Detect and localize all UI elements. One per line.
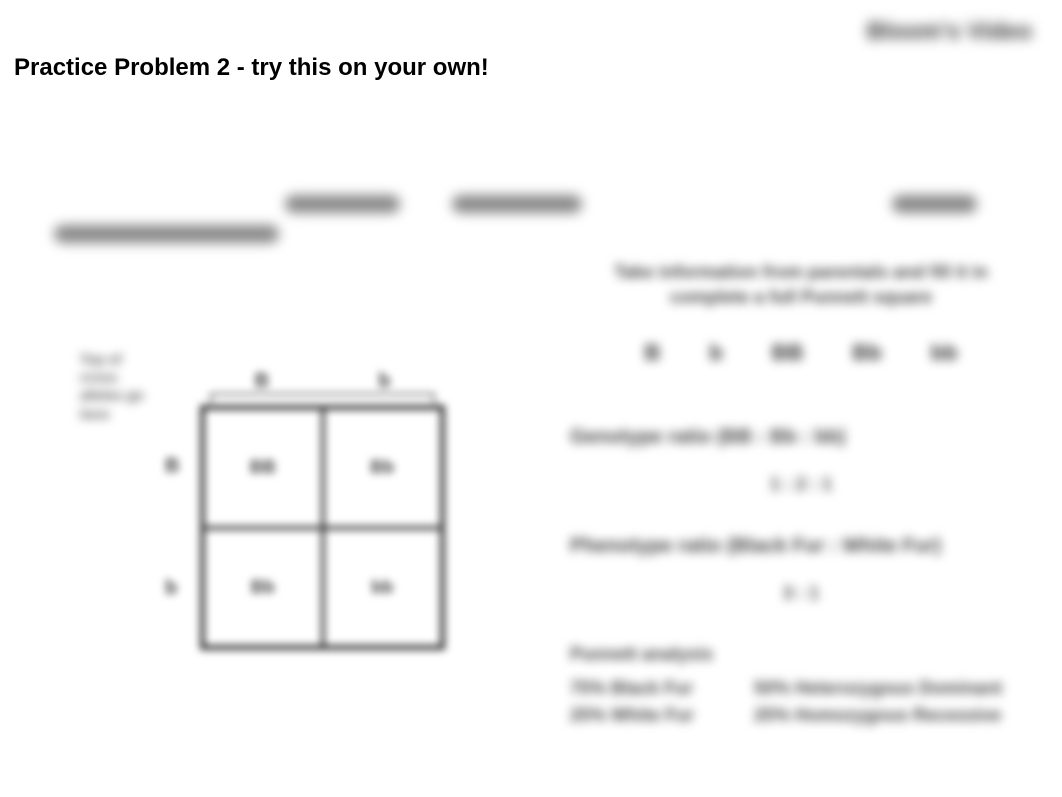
summary-col-2: 50% Heterozygous Dominant 25% Homozygous… [754,675,1002,729]
punnett-bracket [210,393,435,403]
symbol-1: b [709,340,722,366]
punnett-label-3: alleles go [80,386,200,404]
summary-section: Punnett analysis 75% Black Fur 25% White… [570,644,1032,729]
summary-col-1: 75% Black Fur 25% White Fur [570,675,694,729]
symbol-2: BB [772,340,804,366]
blurred-text-3 [892,195,977,213]
punnett-label-area: Top of cross alleles go here [80,350,200,423]
phenotype-label: Phenotype ratio (Black Fur : White Fur) [570,535,1032,558]
genotype-value: 1 : 2 : 1 [570,474,1032,495]
instruction-text: Take information from parentals and fill… [570,260,1032,310]
punnett-left-header-1: b [165,577,179,600]
punnett-cell-3: bb [323,528,443,648]
punnett-top-header-0: B [255,370,269,393]
summary-col2-line1: 50% Heterozygous Dominant [754,675,1002,702]
punnett-cell-0: BB [203,408,323,528]
punnett-top-headers: B b [200,370,445,393]
summary-columns: 75% Black Fur 25% White Fur 50% Heterozy… [570,675,1032,729]
punnett-cell-2: Bb [203,528,323,648]
punnett-left-header-0: B [165,455,179,478]
punnett-label-1: Top of [80,350,200,368]
summary-col1-line1: 75% Black Fur [570,675,694,702]
punnett-left-headers: B b [165,405,179,650]
symbol-3: Bb [852,340,881,366]
genotype-label: Genotype ratio (BB : Bb : bb) [570,426,1032,449]
punnett-cell-1: Bb [323,408,443,528]
punnett-top-header-1: b [378,370,390,393]
summary-title: Punnett analysis [570,644,1032,665]
punnett-label-2: cross [80,368,200,386]
punnett-grid: BB Bb Bb bb [200,405,445,650]
page-title: Practice Problem 2 - try this on your ow… [14,54,489,82]
phenotype-value: 3 : 1 [570,583,1032,604]
blurred-text-4 [54,225,279,243]
summary-col1-line2: 25% White Fur [570,702,694,729]
phenotype-section: Phenotype ratio (Black Fur : White Fur) … [570,535,1032,604]
symbol-4: bb [931,340,958,366]
symbol-0: B [644,340,660,366]
blurred-text-1 [285,195,400,213]
punnett-square: B b B b BB Bb Bb bb [200,405,445,650]
summary-col2-line2: 25% Homozygous Recessive [754,702,1002,729]
punnett-label-4: here [80,405,200,423]
right-content-area: Take information from parentals and fill… [570,260,1032,729]
symbol-row: B b BB Bb bb [570,340,1032,366]
top-right-badge: Bloom's Video [867,18,1032,46]
blurred-text-2 [452,195,582,213]
genotype-section: Genotype ratio (BB : Bb : bb) 1 : 2 : 1 [570,426,1032,495]
